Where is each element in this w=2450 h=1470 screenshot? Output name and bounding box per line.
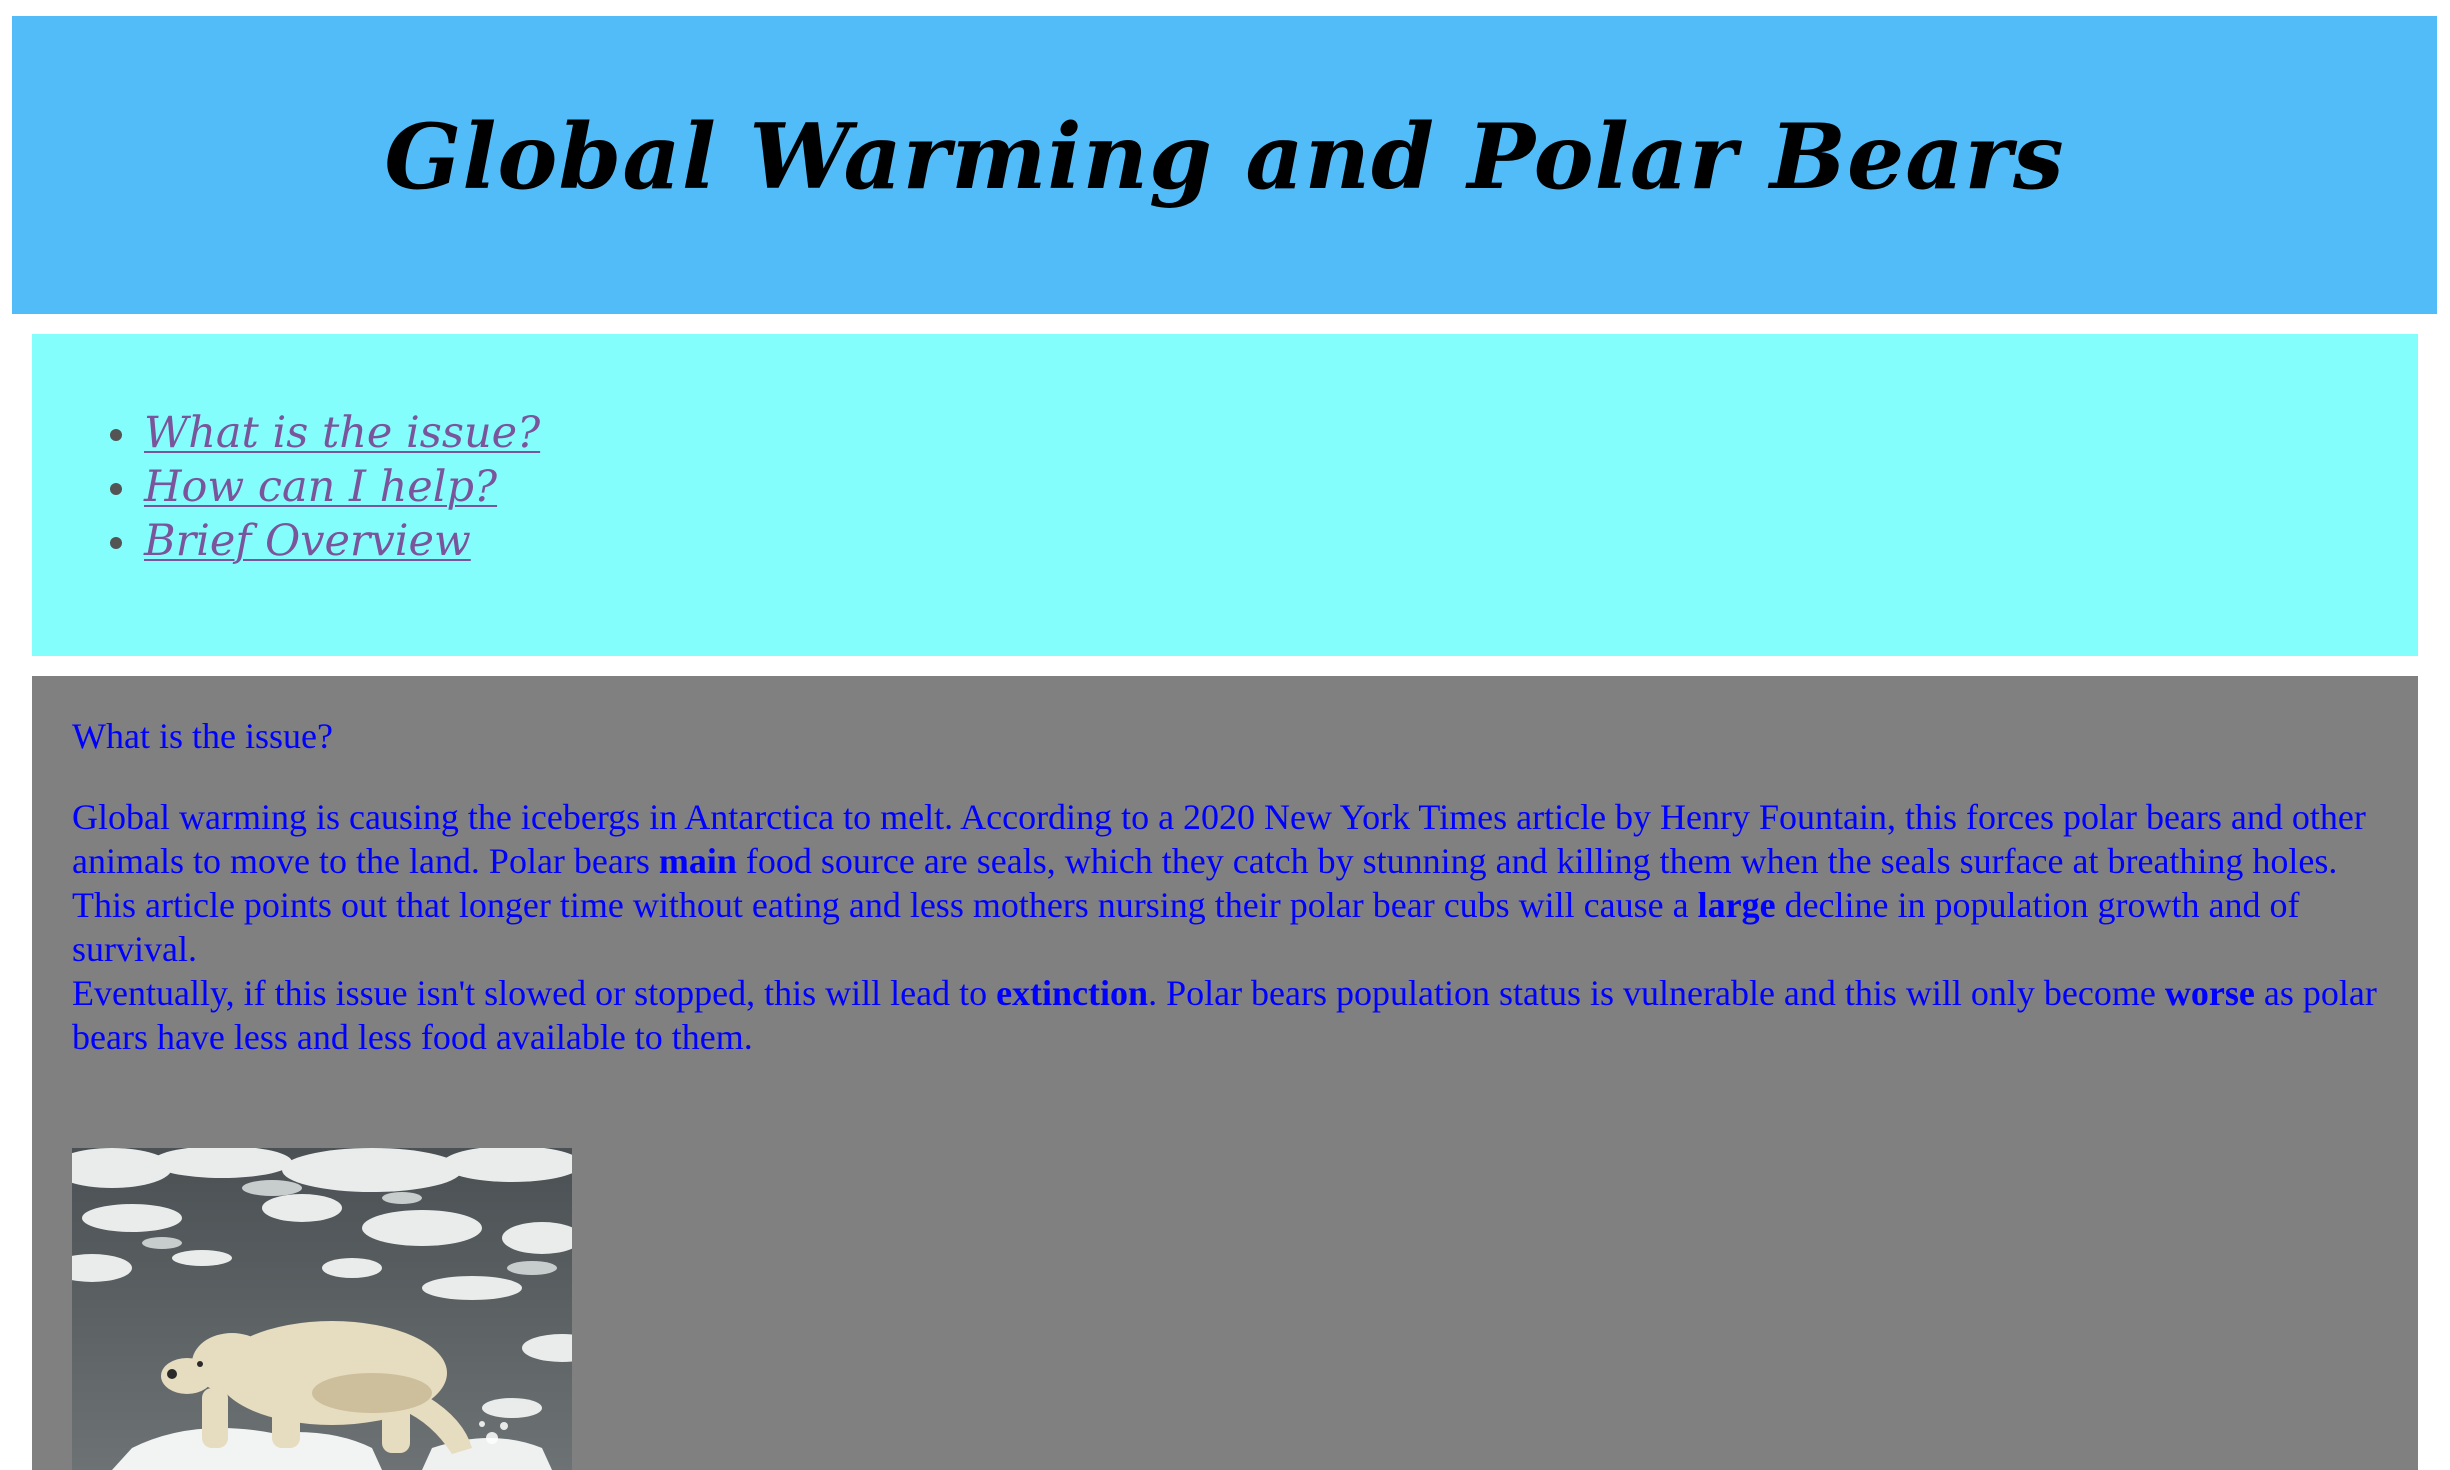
nav-list: What is the issue? How can I help? Brief…: [109, 406, 540, 568]
bold-worse: worse: [2164, 973, 2255, 1013]
page-header: Global Warming and Polar Bears: [12, 16, 2437, 314]
text-p1-end: food source are seals, which they catch …: [736, 841, 2338, 881]
bold-large: large: [1697, 885, 1776, 925]
nav-item: How can I help?: [109, 460, 540, 514]
text-p2: This article points out that longer time…: [72, 885, 1698, 925]
article: What is the issue? Global warming is cau…: [72, 714, 2392, 1059]
bold-main: main: [658, 841, 737, 881]
main-content: What is the issue? Global warming is cau…: [32, 676, 2418, 1470]
page-title: Global Warming and Polar Bears: [384, 104, 2065, 210]
text-p3: Eventually, if this issue isn't slowed o…: [72, 973, 997, 1013]
polar-bear-image: [72, 1148, 572, 1470]
nav-link-help[interactable]: How can I help?: [144, 462, 497, 512]
nav-panel: What is the issue? How can I help? Brief…: [32, 334, 2418, 656]
bold-extinction: extinction: [996, 973, 1149, 1013]
polar-bear-photo: [72, 1148, 572, 1470]
nav-link-overview[interactable]: Brief Overview: [144, 516, 471, 566]
text-p3-mid: . Polar bears population status is vulne…: [1148, 973, 2165, 1013]
section-title: What is the issue?: [72, 716, 333, 756]
article-paragraph: Global warming is causing the icebergs i…: [72, 795, 2392, 1059]
nav-item: Brief Overview: [109, 514, 540, 568]
nav-item: What is the issue?: [109, 406, 540, 460]
nav-link-issue[interactable]: What is the issue?: [144, 408, 540, 458]
